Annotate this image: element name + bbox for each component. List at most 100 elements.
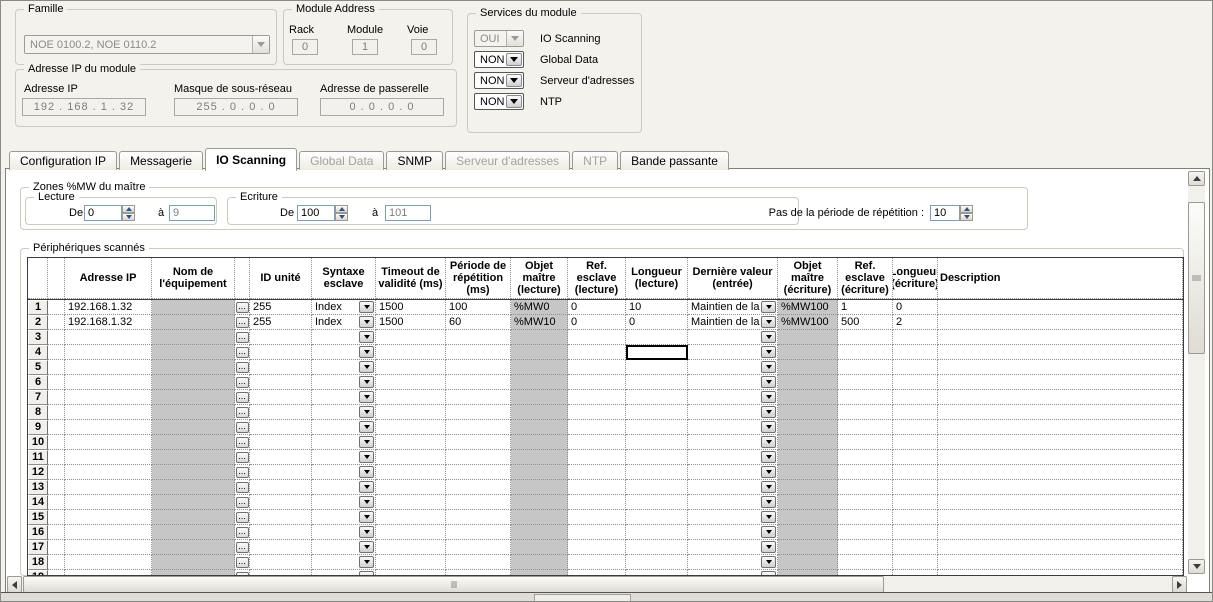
cell-long_l-7[interactable]: [626, 390, 688, 405]
cell-ref_e-8[interactable]: [838, 405, 893, 420]
cell-unit-16[interactable]: [250, 525, 312, 540]
cell-ref_e-14[interactable]: [838, 495, 893, 510]
cell-blank-2[interactable]: [48, 315, 65, 330]
syntax-dropdown-button[interactable]: [359, 541, 374, 553]
cell-ref_l-3[interactable]: [568, 330, 626, 345]
cell-desc-6[interactable]: [938, 375, 1183, 390]
cell-ip-17[interactable]: [65, 540, 152, 555]
cell-timeout-12[interactable]: [376, 465, 446, 480]
cell-ip-11[interactable]: [65, 450, 152, 465]
cell-blank-16[interactable]: [48, 525, 65, 540]
cell-syntax-9[interactable]: [312, 420, 376, 435]
derniere-valeur-dropdown-button[interactable]: [761, 316, 776, 328]
cell-long_e-4[interactable]: [893, 345, 938, 360]
cell-syntax-2[interactable]: Index: [312, 315, 376, 330]
cell-long_l-4[interactable]: [626, 345, 688, 360]
cell-long_e-15[interactable]: [893, 510, 938, 525]
cell-timeout-4[interactable]: [376, 345, 446, 360]
cell-long_e-8[interactable]: [893, 405, 938, 420]
cell-ip-18[interactable]: [65, 555, 152, 570]
cell-blank-11[interactable]: [48, 450, 65, 465]
cell-derniere-17[interactable]: [688, 540, 778, 555]
cell-timeout-15[interactable]: [376, 510, 446, 525]
cell-long_l-14[interactable]: [626, 495, 688, 510]
syntax-dropdown-button[interactable]: [359, 331, 374, 343]
cell-ref_e-12[interactable]: [838, 465, 893, 480]
cell-ref_l-17[interactable]: [568, 540, 626, 555]
tab-snmp[interactable]: SNMP: [386, 151, 443, 170]
cell-desc-18[interactable]: [938, 555, 1183, 570]
cell-periode-2[interactable]: 60: [446, 315, 511, 330]
cell-blank-3[interactable]: [48, 330, 65, 345]
cell-long_e-6[interactable]: [893, 375, 938, 390]
cell-long_l-17[interactable]: [626, 540, 688, 555]
derniere-valeur-dropdown-button[interactable]: [761, 496, 776, 508]
cell-unit-7[interactable]: [250, 390, 312, 405]
syntax-dropdown-button[interactable]: [359, 421, 374, 433]
cell-ip-4[interactable]: [65, 345, 152, 360]
cell-syntax-5[interactable]: [312, 360, 376, 375]
cell-blank-1[interactable]: [48, 300, 65, 315]
cell-blank-4[interactable]: [48, 345, 65, 360]
derniere-valeur-dropdown-button[interactable]: [761, 511, 776, 523]
derniere-valeur-dropdown-button[interactable]: [761, 331, 776, 343]
cell-unit-12[interactable]: [250, 465, 312, 480]
browse-button[interactable]: ...: [236, 527, 249, 538]
cell-periode-14[interactable]: [446, 495, 511, 510]
browse-button[interactable]: ...: [236, 377, 249, 388]
browse-button[interactable]: ...: [236, 407, 249, 418]
cell-ref_e-15[interactable]: [838, 510, 893, 525]
syntax-dropdown-button[interactable]: [359, 511, 374, 523]
tab-io-scanning[interactable]: IO Scanning: [205, 148, 297, 171]
cell-derniere-18[interactable]: [688, 555, 778, 570]
cell-derniere-9[interactable]: [688, 420, 778, 435]
cell-long_l-9[interactable]: [626, 420, 688, 435]
browse-button[interactable]: ...: [236, 347, 249, 358]
cell-unit-2[interactable]: 255: [250, 315, 312, 330]
tab-messagerie[interactable]: Messagerie: [119, 151, 203, 170]
cell-desc-16[interactable]: [938, 525, 1183, 540]
cell-long_l-1[interactable]: 10: [626, 300, 688, 315]
cell-timeout-6[interactable]: [376, 375, 446, 390]
derniere-valeur-dropdown-button[interactable]: [761, 466, 776, 478]
cell-blank-13[interactable]: [48, 480, 65, 495]
cell-periode-16[interactable]: [446, 525, 511, 540]
syntax-dropdown-button[interactable]: [359, 316, 374, 328]
cell-derniere-1[interactable]: Maintien de la val: [688, 300, 778, 315]
cell-ip-8[interactable]: [65, 405, 152, 420]
cell-long_e-14[interactable]: [893, 495, 938, 510]
cell-unit-3[interactable]: [250, 330, 312, 345]
cell-timeout-1[interactable]: 1500: [376, 300, 446, 315]
cell-derniere-14[interactable]: [688, 495, 778, 510]
cell-timeout-2[interactable]: 1500: [376, 315, 446, 330]
tab-bande-passante[interactable]: Bande passante: [620, 151, 729, 170]
cell-ip-6[interactable]: [65, 375, 152, 390]
cell-unit-13[interactable]: [250, 480, 312, 495]
row-header-9[interactable]: 9: [28, 420, 48, 435]
syntax-dropdown-button[interactable]: [359, 346, 374, 358]
service-serveur-d-adresses-dropdown-icon[interactable]: [506, 74, 522, 87]
syntax-dropdown-button[interactable]: [359, 391, 374, 403]
cell-syntax-10[interactable]: [312, 435, 376, 450]
cell-long_e-18[interactable]: [893, 555, 938, 570]
cell-periode-15[interactable]: [446, 510, 511, 525]
cell-long_e-12[interactable]: [893, 465, 938, 480]
cell-ref_l-16[interactable]: [568, 525, 626, 540]
cell-ip-9[interactable]: [65, 420, 152, 435]
cell-blank-14[interactable]: [48, 495, 65, 510]
syntax-dropdown-button[interactable]: [359, 496, 374, 508]
derniere-valeur-dropdown-button[interactable]: [761, 526, 776, 538]
cell-syntax-1[interactable]: Index: [312, 300, 376, 315]
cell-long_e-10[interactable]: [893, 435, 938, 450]
syntax-dropdown-button[interactable]: [359, 481, 374, 493]
cell-timeout-17[interactable]: [376, 540, 446, 555]
row-header-18[interactable]: 18: [28, 555, 48, 570]
cell-syntax-4[interactable]: [312, 345, 376, 360]
browse-button[interactable]: ...: [236, 392, 249, 403]
cell-derniere-5[interactable]: [688, 360, 778, 375]
derniere-valeur-dropdown-button[interactable]: [761, 541, 776, 553]
cell-periode-4[interactable]: [446, 345, 511, 360]
cell-derniere-3[interactable]: [688, 330, 778, 345]
derniere-valeur-dropdown-button[interactable]: [761, 391, 776, 403]
cell-periode-6[interactable]: [446, 375, 511, 390]
